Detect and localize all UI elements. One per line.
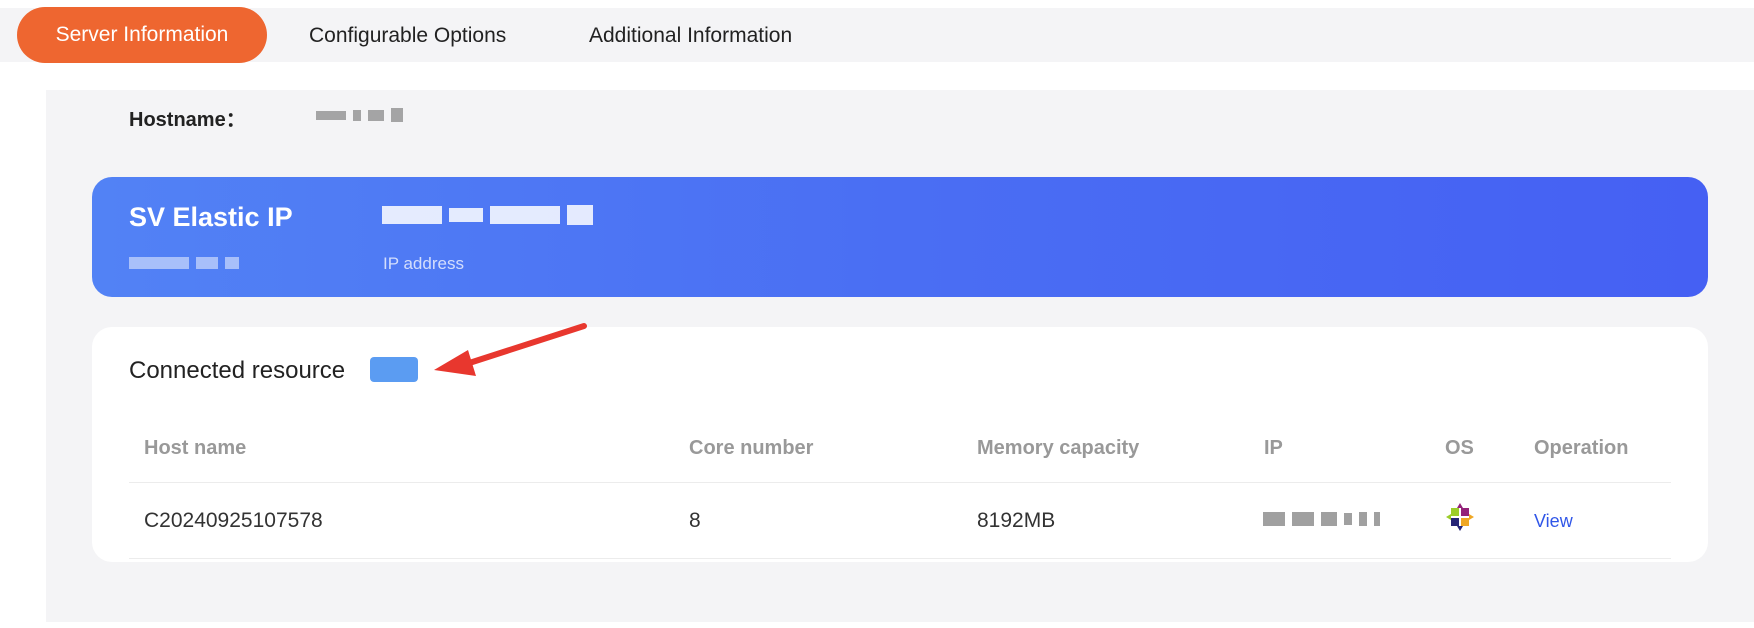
elastic-ip-caption: IP address	[383, 254, 464, 273]
col-header-ip: IP	[1264, 437, 1283, 459]
cell-memory-capacity: 8192MB	[977, 509, 1056, 532]
col-header-os: OS	[1445, 437, 1474, 459]
connected-resource-title: Connected resource	[129, 357, 346, 384]
view-link[interactable]: View	[1534, 511, 1573, 532]
elastic-ip-value-redacted	[382, 205, 593, 225]
hostname-label: Hostname：	[129, 109, 246, 131]
hostname-value-redacted	[316, 108, 403, 122]
cell-core-number: 8	[689, 509, 701, 532]
tab-additional-information[interactable]: Additional Information	[589, 8, 792, 64]
col-header-core-number: Core number	[689, 437, 814, 459]
red-arrow-icon	[434, 323, 587, 376]
col-header-operation: Operation	[1534, 437, 1629, 459]
col-header-host-name: Host name	[144, 437, 247, 459]
cell-host-name: C20240925107578	[144, 509, 323, 532]
centos-logo-icon	[1446, 503, 1474, 531]
elastic-ip-title: SV Elastic IP	[129, 202, 293, 232]
elastic-ip-card	[92, 177, 1708, 297]
tab-server-information[interactable]: Server Information	[17, 7, 267, 63]
cell-ip-redacted	[1263, 512, 1380, 526]
table-header-divider	[129, 482, 1671, 483]
tab-configurable-options[interactable]: Configurable Options	[309, 8, 506, 64]
table-row-divider	[129, 558, 1671, 559]
elastic-ip-subtext-redacted	[129, 257, 239, 269]
col-header-memory-capacity: Memory capacity	[977, 437, 1140, 459]
connected-resource-badge	[370, 357, 418, 382]
